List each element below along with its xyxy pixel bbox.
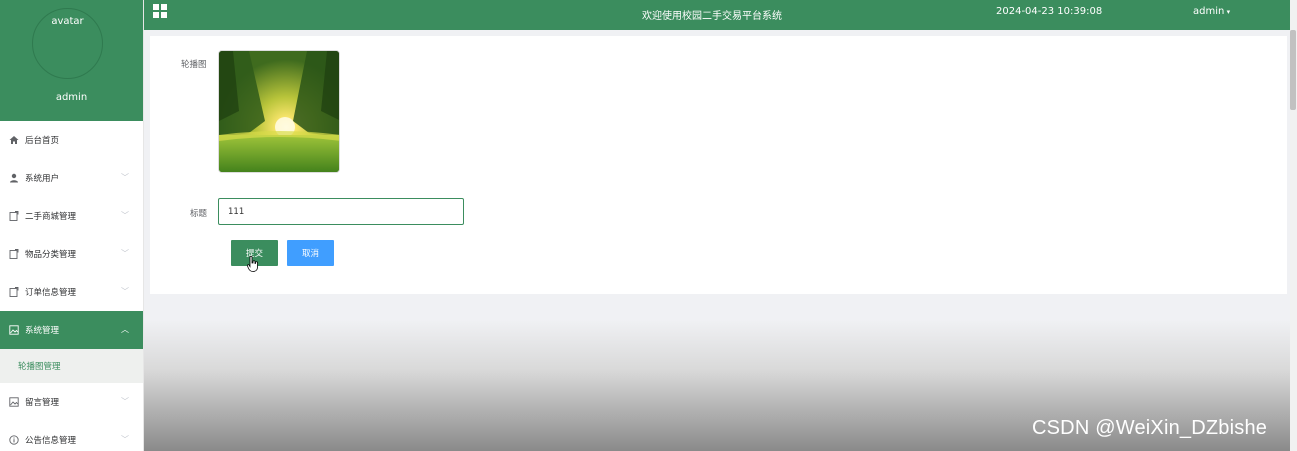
sidebar-item-label: 系统管理: [25, 326, 60, 336]
carousel-image-thumbnail: [219, 51, 339, 172]
chevron-down-icon: ﹀: [121, 435, 129, 444]
current-datetime: 2024-04-23 10:39:08: [996, 6, 1103, 17]
home-icon: [8, 135, 19, 146]
sidebar-item-label: 物品分类管理: [25, 250, 77, 260]
doc-icon: [8, 211, 19, 222]
chevron-up-icon: ︿: [121, 325, 129, 334]
sidebar-subitem-label: 轮播图管理: [18, 362, 61, 372]
profile-panel: avatar admin: [0, 0, 143, 121]
picture-icon: [8, 397, 19, 408]
avatar[interactable]: avatar: [32, 8, 103, 79]
chevron-down-icon: ﹀: [121, 397, 129, 406]
chevron-down-icon: ﹀: [121, 211, 129, 220]
title-field-label: 标题: [190, 209, 208, 219]
sidebar-item-label: 订单信息管理: [25, 288, 77, 298]
user-icon: [8, 173, 19, 184]
user-dropdown[interactable]: admin ▾: [1193, 6, 1230, 17]
sidebar-item-label: 系统用户: [25, 174, 60, 184]
doc-icon: [8, 287, 19, 298]
sidebar-item-secondhand-mall[interactable]: 二手商城管理 ﹀: [0, 197, 143, 235]
top-header: 欢迎使用校园二手交易平台系统 2024-04-23 10:39:08 admin…: [144, 0, 1290, 30]
hand-cursor-icon: [247, 256, 258, 272]
chevron-down-icon: ﹀: [121, 249, 129, 258]
caret-down-icon: ▾: [1224, 8, 1231, 16]
page-title: 欢迎使用校园二手交易平台系统: [642, 11, 782, 22]
sidebar-item-category[interactable]: 物品分类管理 ﹀: [0, 235, 143, 273]
image-field-label: 轮播图: [181, 60, 207, 70]
sidebar-subitem-carousel[interactable]: 轮播图管理: [0, 349, 143, 383]
sidebar-item-label: 后台首页: [25, 136, 60, 146]
page-scrollbar-thumb[interactable]: [1290, 30, 1296, 110]
title-input[interactable]: [218, 198, 464, 225]
picture-icon: [8, 325, 19, 336]
sidebar-item-label: 留言管理: [25, 398, 60, 408]
profile-username: admin: [55, 92, 88, 103]
sidebar-item-messages[interactable]: 留言管理 ﹀: [0, 383, 143, 421]
avatar-alt-text: avatar: [51, 16, 84, 27]
chevron-down-icon: ﹀: [121, 287, 129, 296]
watermark-text: CSDN @WeiXin_DZbishe: [1032, 417, 1268, 439]
user-dropdown-label: admin: [1193, 6, 1225, 17]
sidebar: avatar admin 后台首页 系统用户 ﹀ 二手商城管理 ﹀ 物品分类管理…: [0, 0, 144, 451]
sidebar-item-orders[interactable]: 订单信息管理 ﹀: [0, 273, 143, 311]
sidebar-item-system-users[interactable]: 系统用户 ﹀: [0, 159, 143, 197]
sidebar-item-system-management[interactable]: 系统管理 ︿: [0, 311, 143, 349]
cancel-button[interactable]: 取消: [287, 240, 334, 266]
chevron-down-icon: ﹀: [121, 173, 129, 182]
sidebar-item-label: 公告信息管理: [25, 436, 77, 446]
sidebar-item-announcements[interactable]: 公告信息管理 ﹀: [0, 421, 143, 451]
menu-toggle-icon[interactable]: [153, 4, 168, 19]
sidebar-item-label: 二手商城管理: [25, 212, 77, 222]
info-icon: [8, 435, 19, 446]
sidebar-item-dashboard[interactable]: 后台首页: [0, 121, 143, 159]
doc-icon: [8, 249, 19, 260]
carousel-image-upload[interactable]: [218, 50, 340, 173]
